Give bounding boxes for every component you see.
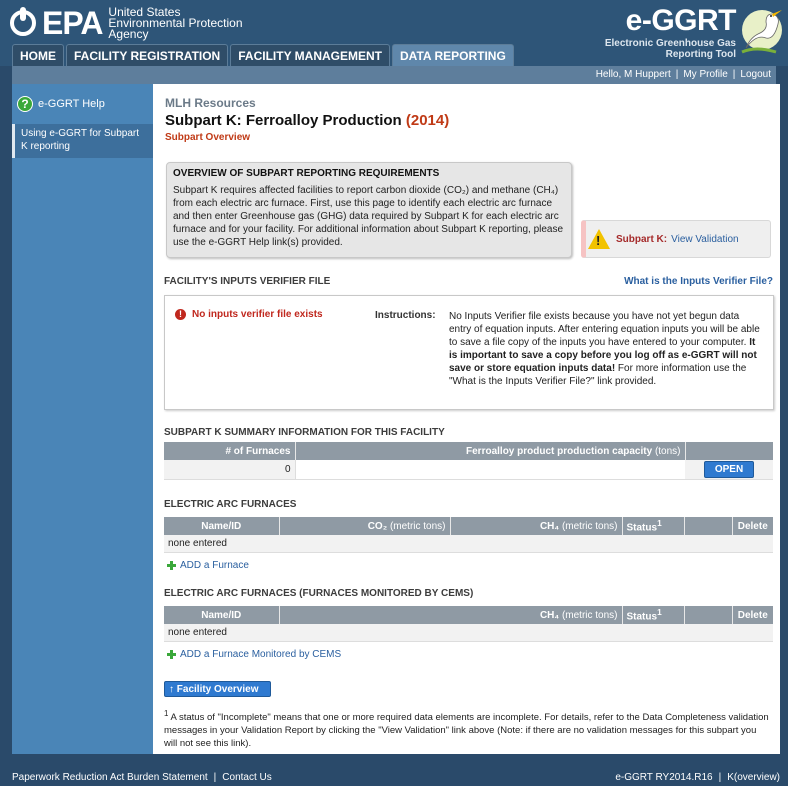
- user-bar: Hello, M Huppert | My Profile | Logout: [12, 66, 776, 84]
- epa-logo[interactable]: EPA United States Environmental Protecti…: [8, 5, 243, 40]
- page-id-label: K(overview): [727, 772, 780, 783]
- col-delete: Delete: [732, 606, 773, 624]
- col-status: Status1: [622, 606, 685, 624]
- col-delete: Delete: [732, 517, 773, 535]
- agency-name: United States Environmental Protection A…: [108, 5, 243, 41]
- page-subtitle: Subpart Overview: [165, 132, 251, 143]
- version-label: e-GGRT RY2014.R16: [615, 772, 713, 783]
- col-furnaces: # of Furnaces: [164, 442, 296, 460]
- main-nav: HOME FACILITY REGISTRATION FACILITY MANA…: [12, 44, 516, 66]
- site-footer: Paperwork Reduction Act Burden Statement…: [12, 772, 780, 783]
- empty-row: none entered: [164, 624, 773, 642]
- epa-wordmark: EPA: [42, 4, 103, 41]
- tab-facility-management[interactable]: FACILITY MANAGEMENT: [230, 44, 391, 66]
- help-icon: ?: [17, 96, 33, 112]
- status-footnote: 1 A status of "Incomplete" means that on…: [164, 709, 769, 750]
- reporting-year: (2014): [405, 112, 450, 129]
- tab-data-reporting[interactable]: DATA REPORTING: [392, 44, 514, 66]
- egret-bird-icon: [741, 10, 782, 54]
- verifier-box: ! No inputs verifier file exists Instruc…: [164, 295, 774, 410]
- instructions-text: No Inputs Verifier file exists because y…: [449, 311, 760, 387]
- col-name: Name/ID: [164, 517, 280, 535]
- summary-heading: SUBPART K SUMMARY INFORMATION FOR THIS F…: [164, 427, 445, 438]
- eaf-table: Name/ID CO₂ (metric tons) CH₄ (metric to…: [164, 517, 773, 553]
- eggrt-logo: e-GGRT Electronic Greenhouse Gas Reporti…: [604, 4, 737, 60]
- overview-box: OVERVIEW OF SUBPART REPORTING REQUIREMEN…: [166, 162, 572, 258]
- help-title: e-GGRT Help: [38, 98, 105, 110]
- no-verifier-status: ! No inputs verifier file exists: [175, 309, 323, 320]
- add-cems-furnace-link[interactable]: ADD a Furnace Monitored by CEMS: [167, 649, 341, 660]
- col-co2: CO₂ (metric tons): [279, 517, 451, 535]
- verifier-help-link[interactable]: What is the Inputs Verifier File?: [624, 276, 773, 287]
- empty-row: none entered: [164, 535, 773, 553]
- page-title: Subpart K: Ferroalloy Production (2014): [165, 112, 450, 129]
- table-row: none entered: [164, 624, 773, 642]
- open-button[interactable]: OPEN: [703, 460, 755, 478]
- logout-link[interactable]: Logout: [740, 69, 771, 80]
- facility-name: MLH Resources: [165, 96, 256, 110]
- summary-table: # of Furnaces Ferroalloy product product…: [164, 442, 773, 480]
- verifier-heading: FACILITY'S INPUTS VERIFIER FILE: [164, 276, 331, 287]
- table-row: none entered: [164, 535, 773, 553]
- validation-label: Subpart K:: [616, 233, 668, 245]
- help-header: ? e-GGRT Help: [12, 84, 153, 124]
- facility-overview-button[interactable]: ↑ Facility Overview: [164, 681, 271, 697]
- burden-statement-link[interactable]: Paperwork Reduction Act Burden Statement: [12, 772, 208, 783]
- instructions-label: Instructions:: [375, 310, 436, 321]
- overview-text: Subpart K requires affected facilities t…: [173, 185, 564, 248]
- col-capacity: Ferroalloy product production capacity (…: [295, 442, 686, 460]
- col-ch4: CH₄ (metric tons): [450, 517, 623, 535]
- col-name: Name/ID: [164, 606, 280, 624]
- user-greeting: Hello, M Huppert: [595, 69, 671, 80]
- col-ch4: CH₄ (metric tons): [279, 606, 623, 624]
- tab-home[interactable]: HOME: [12, 44, 64, 66]
- plus-icon: [167, 561, 176, 570]
- help-link-subpart-k[interactable]: Using e-GGRT for Subpart K reporting: [12, 124, 153, 158]
- plus-icon: [167, 650, 176, 659]
- add-furnace-link[interactable]: ADD a Furnace: [167, 560, 249, 571]
- table-row: 0 OPEN: [164, 460, 773, 480]
- main-content: MLH Resources Subpart K: Ferroalloy Prod…: [153, 84, 780, 754]
- view-validation-link[interactable]: View Validation: [671, 234, 738, 245]
- help-sidebar: ? e-GGRT Help Using e-GGRT for Subpart K…: [12, 84, 153, 754]
- warning-icon: [588, 229, 610, 249]
- validation-box: Subpart K: View Validation: [581, 220, 771, 258]
- eaf-heading: ELECTRIC ARC FURNACES: [164, 499, 297, 510]
- arrow-up-icon: ↑: [169, 684, 174, 695]
- tab-facility-registration[interactable]: FACILITY REGISTRATION: [66, 44, 229, 66]
- error-icon: !: [175, 309, 186, 320]
- furnace-count: 0: [164, 460, 295, 480]
- col-status: Status1: [622, 517, 685, 535]
- epa-flower-icon: [8, 6, 40, 38]
- eaf-cems-table: Name/ID CH₄ (metric tons) Status1 Delete…: [164, 606, 773, 642]
- overview-heading: OVERVIEW OF SUBPART REPORTING REQUIREMEN…: [173, 168, 440, 179]
- eaf-cems-heading: ELECTRIC ARC FURNACES (FURNACES MONITORE…: [164, 588, 474, 599]
- contact-us-link[interactable]: Contact Us: [222, 772, 271, 783]
- my-profile-link[interactable]: My Profile: [683, 69, 727, 80]
